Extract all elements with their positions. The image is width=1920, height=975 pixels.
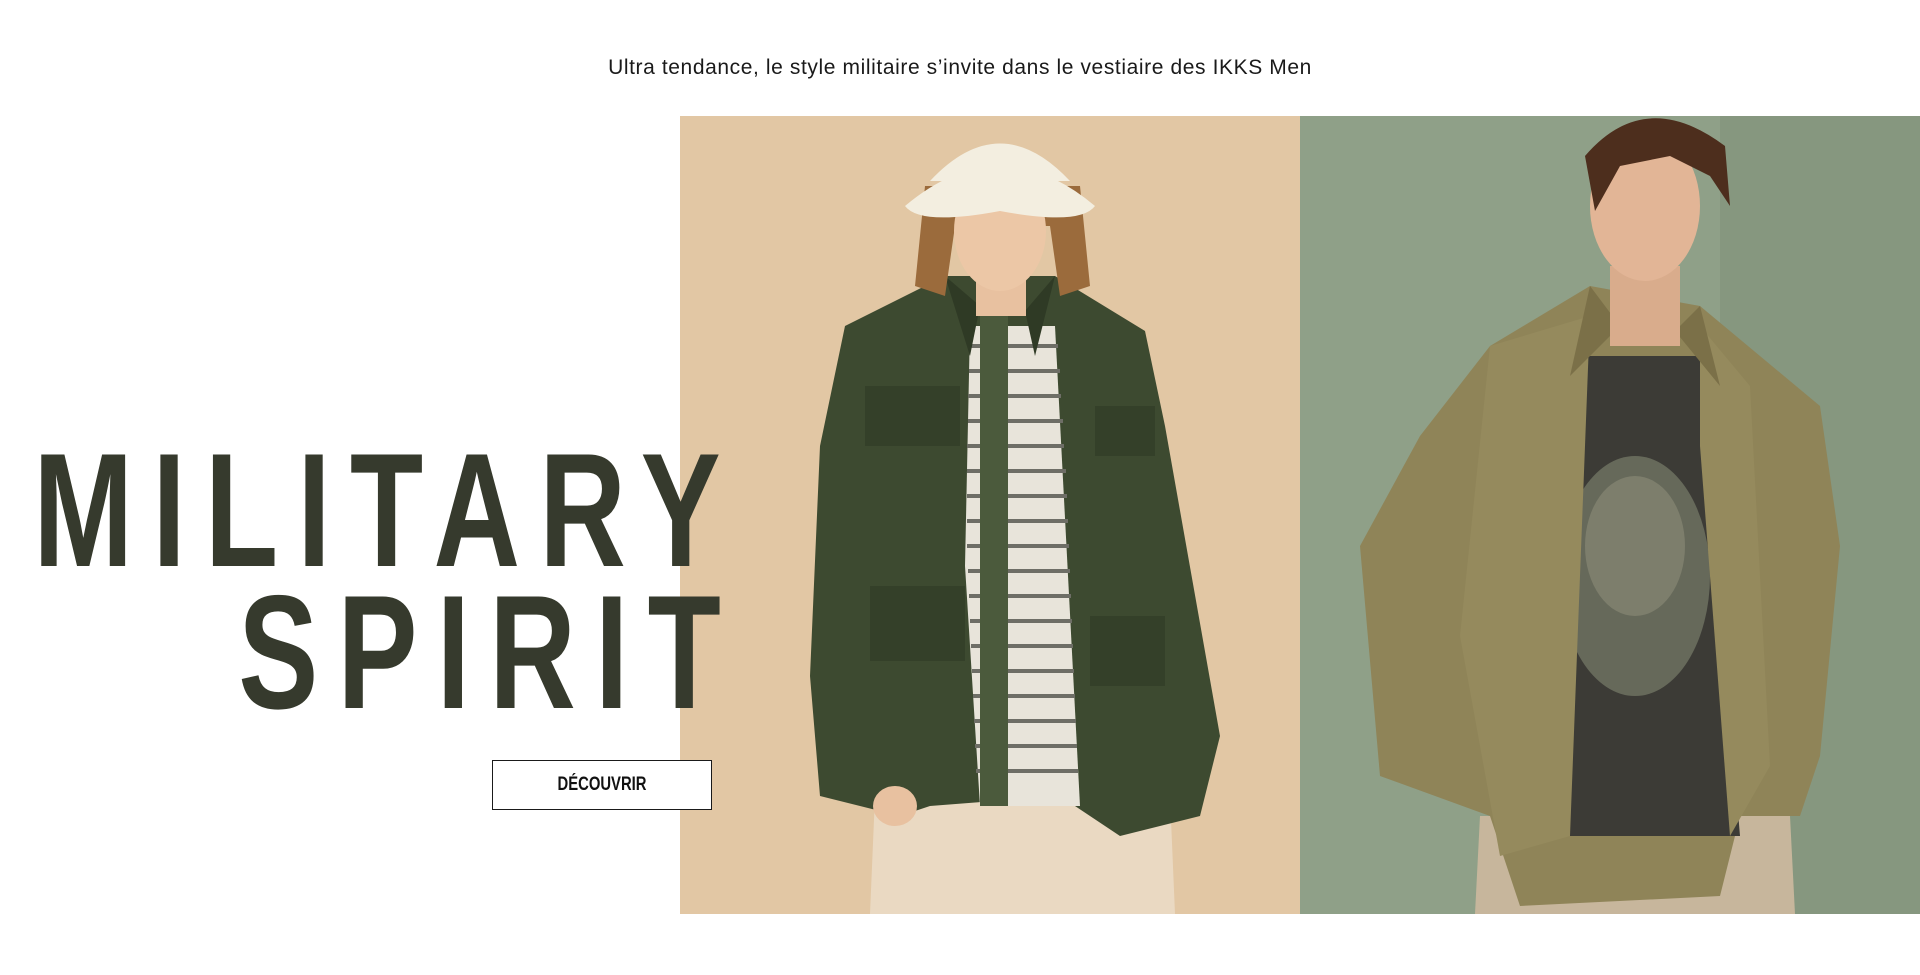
military-spirit-banner: Ultra tendance, le style militaire s’inv… [0,0,1920,975]
headline-spirit: SPIRIT [238,562,740,743]
intro-text: Ultra tendance, le style militaire s’inv… [608,56,1312,79]
linen-shirt-illustration [1300,116,1920,914]
field-jacket-illustration [680,116,1300,914]
left-model-photo[interactable] [680,116,1300,914]
discover-button-label: DÉCOUVRIR [557,774,647,795]
discover-button[interactable]: DÉCOUVRIR [492,760,712,810]
right-model-photo[interactable] [1300,116,1920,914]
